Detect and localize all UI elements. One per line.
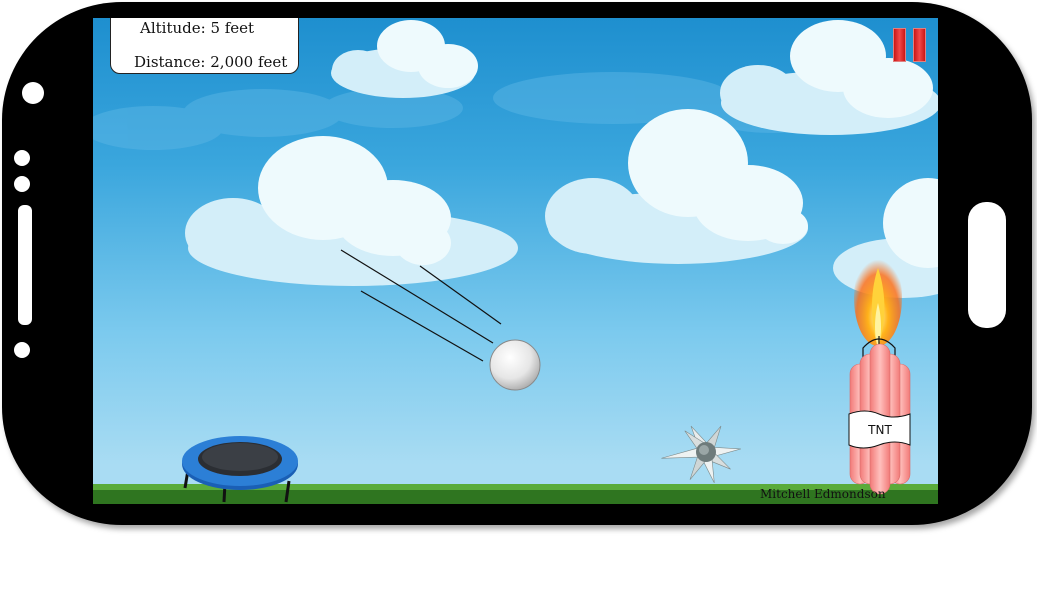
- pause-icon: [893, 28, 906, 62]
- cloud-icon: [185, 136, 518, 286]
- distance-readout: Distance: 2,000 feet: [134, 53, 288, 71]
- pause-button[interactable]: [893, 28, 927, 64]
- sensor-dot: [14, 342, 30, 358]
- pause-icon: [913, 28, 926, 62]
- camera-dot: [22, 82, 44, 104]
- home-button[interactable]: [968, 202, 1006, 328]
- author-credit: Mitchell Edmondson: [760, 487, 886, 501]
- tnt-label: TNT: [868, 423, 892, 437]
- sensor-dot: [14, 150, 30, 166]
- cloud-icon: [331, 20, 478, 98]
- game-scene: [93, 20, 938, 504]
- ball-icon[interactable]: [489, 339, 541, 391]
- flame-icon: [854, 250, 902, 348]
- altitude-readout: Altitude: 5 feet: [140, 19, 255, 37]
- game-screen[interactable]: Altitude: 5 feet Distance: 2,000 feet TN…: [93, 18, 938, 504]
- speaker-slot: [18, 205, 32, 325]
- spike-mine-icon[interactable]: [661, 424, 742, 485]
- stats-panel: Altitude: 5 feet Distance: 2,000 feet: [110, 18, 299, 74]
- tnt-dynamite-icon[interactable]: [848, 336, 911, 495]
- sensor-dot: [14, 176, 30, 192]
